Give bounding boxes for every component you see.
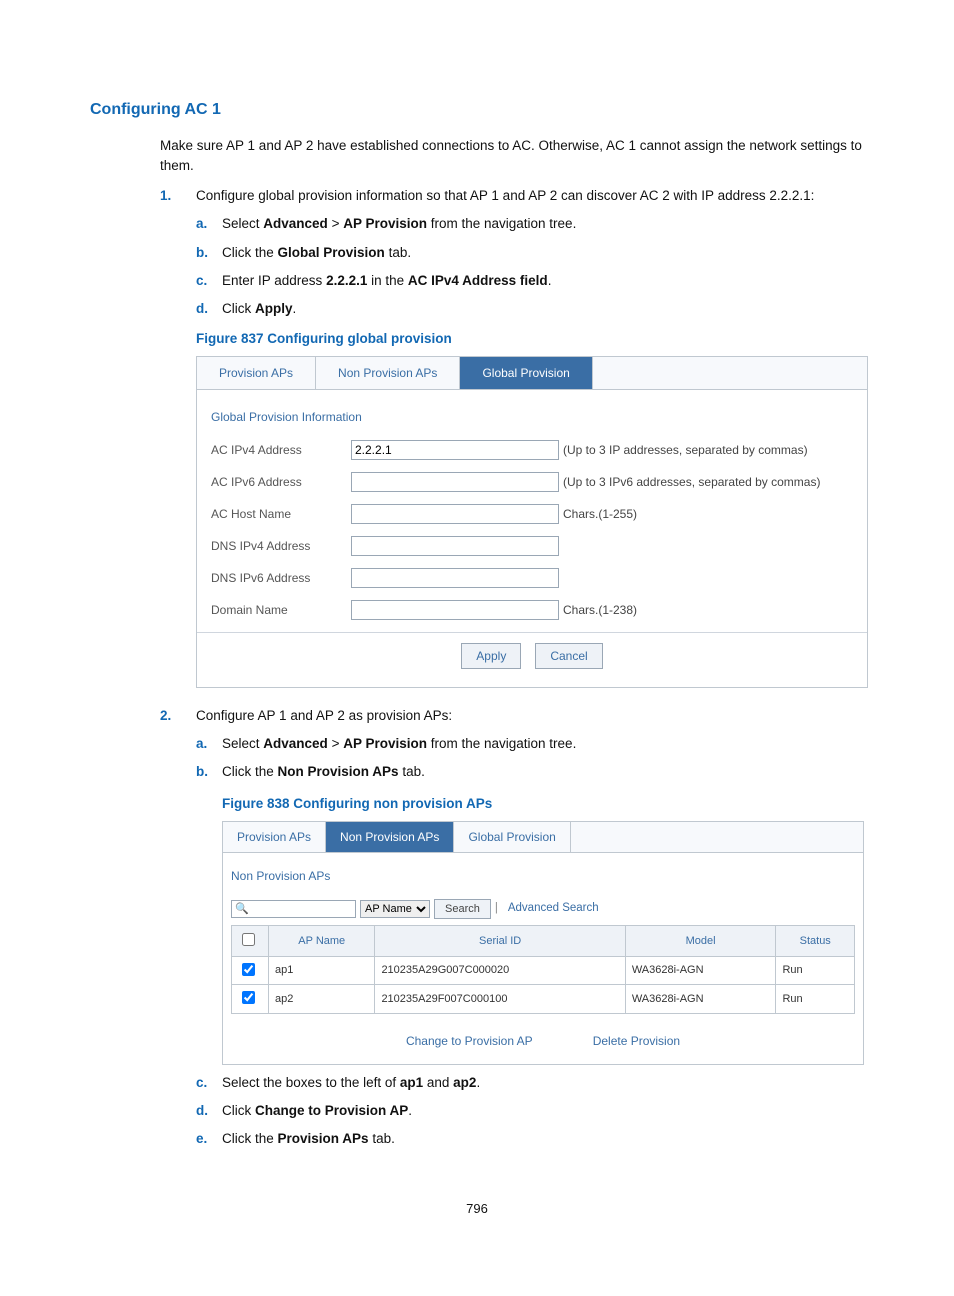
- step-2e-marker: e.: [196, 1129, 207, 1149]
- search-field-select[interactable]: AP Name: [360, 900, 430, 918]
- global-provision-section-title: Global Provision Information: [211, 408, 853, 426]
- ac-ipv6-input[interactable]: [351, 472, 559, 492]
- search-button[interactable]: Search: [434, 899, 491, 920]
- row-checkbox-ap1[interactable]: [242, 963, 255, 976]
- step-1-text: Configure global provision information s…: [196, 188, 814, 203]
- row-checkbox-ap2[interactable]: [242, 991, 255, 1004]
- ac-host-hint: Chars.(1-255): [563, 505, 637, 523]
- step-1-marker: 1.: [160, 186, 171, 206]
- step-2b: b. Click the Non Provision APs tab. Figu…: [196, 762, 864, 1065]
- step-2-marker: 2.: [160, 706, 171, 726]
- step-1: 1. Configure global provision informatio…: [160, 186, 864, 688]
- table-row: ap2 210235A29F007C000100 WA3628i-AGN Run: [232, 985, 855, 1014]
- cell-ap2-status: Run: [776, 985, 855, 1014]
- figure-838-panel: Provision APs Non Provision APs Global P…: [222, 821, 864, 1065]
- dns-ipv6-label: DNS IPv6 Address: [211, 569, 351, 587]
- ac-host-input[interactable]: [351, 504, 559, 524]
- tab-provision-aps[interactable]: Provision APs: [197, 357, 316, 389]
- ac-host-label: AC Host Name: [211, 505, 351, 523]
- tab-non-provision-aps[interactable]: Non Provision APs: [316, 357, 460, 389]
- step-1b-marker: b.: [196, 243, 208, 263]
- step-2-text: Configure AP 1 and AP 2 as provision APs…: [196, 708, 452, 723]
- figure-837-caption: Figure 837 Configuring global provision: [196, 329, 864, 349]
- cell-ap2-serial: 210235A29F007C000100: [375, 985, 625, 1014]
- domain-hint: Chars.(1-238): [563, 601, 637, 619]
- non-provision-section-title: Non Provision APs: [231, 867, 855, 885]
- step-1d-marker: d.: [196, 299, 208, 319]
- figure-837-panel: Provision APs Non Provision APs Global P…: [196, 356, 868, 688]
- tabs-838: Provision APs Non Provision APs Global P…: [223, 822, 863, 853]
- dns-ipv6-input[interactable]: [351, 568, 559, 588]
- tab-global-provision[interactable]: Global Provision: [460, 357, 592, 389]
- cancel-button[interactable]: Cancel: [535, 643, 602, 669]
- step-1d: d. Click Apply.: [196, 299, 864, 319]
- search-icon: 🔍: [235, 901, 249, 918]
- tab-global-provision-838[interactable]: Global Provision: [454, 822, 570, 852]
- step-1a: a. Select Advanced > AP Provision from t…: [196, 214, 864, 234]
- apply-button[interactable]: Apply: [461, 643, 521, 669]
- step-2a: a. Select Advanced > AP Provision from t…: [196, 734, 864, 754]
- cell-ap2-model: WA3628i-AGN: [625, 985, 776, 1014]
- step-2e: e. Click the Provision APs tab.: [196, 1129, 864, 1149]
- step-2c-marker: c.: [196, 1073, 207, 1093]
- tab-non-provision-aps-838[interactable]: Non Provision APs: [326, 822, 454, 852]
- ap-table: AP Name Serial ID Model Status ap1 21023…: [231, 925, 855, 1014]
- search-input[interactable]: 🔍: [231, 900, 356, 918]
- ac-ipv4-hint: (Up to 3 IP addresses, separated by comm…: [563, 441, 808, 459]
- step-2d-marker: d.: [196, 1101, 208, 1121]
- step-1a-marker: a.: [196, 214, 207, 234]
- cell-ap1-serial: 210235A29G007C000020: [375, 956, 625, 985]
- col-model[interactable]: Model: [625, 926, 776, 957]
- col-serial[interactable]: Serial ID: [375, 926, 625, 957]
- table-row: ap1 210235A29G007C000020 WA3628i-AGN Run: [232, 956, 855, 985]
- cell-ap1-model: WA3628i-AGN: [625, 956, 776, 985]
- domain-label: Domain Name: [211, 601, 351, 619]
- tab-provision-aps-838[interactable]: Provision APs: [223, 822, 326, 852]
- ac-ipv4-label: AC IPv4 Address: [211, 441, 351, 459]
- dns-ipv4-label: DNS IPv4 Address: [211, 537, 351, 555]
- step-2d: d. Click Change to Provision AP.: [196, 1101, 864, 1121]
- cell-ap2-name: ap2: [269, 985, 375, 1014]
- ac-ipv4-input[interactable]: [351, 440, 559, 460]
- step-2: 2. Configure AP 1 and AP 2 as provision …: [160, 706, 864, 1150]
- col-status[interactable]: Status: [776, 926, 855, 957]
- change-to-provision-link[interactable]: Change to Provision AP: [406, 1032, 533, 1050]
- cell-ap1-name: ap1: [269, 956, 375, 985]
- tabs-837: Provision APs Non Provision APs Global P…: [197, 357, 867, 390]
- advanced-search-link[interactable]: Advanced Search: [508, 900, 599, 917]
- figure-838-caption: Figure 838 Configuring non provision APs: [222, 794, 864, 814]
- step-2b-marker: b.: [196, 762, 208, 782]
- step-2c: c. Select the boxes to the left of ap1 a…: [196, 1073, 864, 1093]
- intro-text: Make sure AP 1 and AP 2 have established…: [160, 136, 864, 177]
- select-all-checkbox[interactable]: [242, 933, 255, 946]
- page-number: 796: [90, 1199, 864, 1219]
- step-1b: b. Click the Global Provision tab.: [196, 243, 864, 263]
- step-1c-marker: c.: [196, 271, 207, 291]
- section-heading: Configuring AC 1: [90, 98, 864, 122]
- ac-ipv6-label: AC IPv6 Address: [211, 473, 351, 491]
- delete-provision-link[interactable]: Delete Provision: [593, 1032, 680, 1050]
- step-1c: c. Enter IP address 2.2.2.1 in the AC IP…: [196, 271, 864, 291]
- cell-ap1-status: Run: [776, 956, 855, 985]
- col-ap-name[interactable]: AP Name: [269, 926, 375, 957]
- step-2a-marker: a.: [196, 734, 207, 754]
- domain-input[interactable]: [351, 600, 559, 620]
- dns-ipv4-input[interactable]: [351, 536, 559, 556]
- ac-ipv6-hint: (Up to 3 IPv6 addresses, separated by co…: [563, 473, 820, 491]
